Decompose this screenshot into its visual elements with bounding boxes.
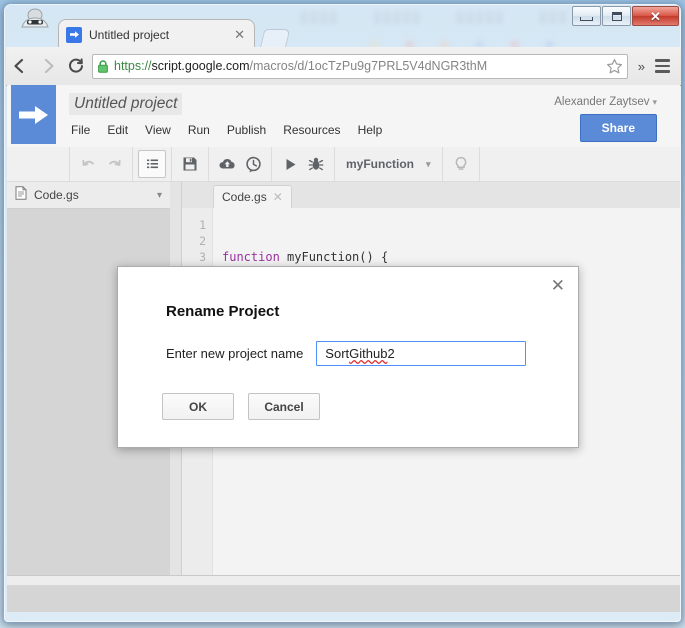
url-path: /macros/d/1ocTzPu9g7PRL5V4dNGR3thM <box>249 59 488 73</box>
toolbar-overflow-button[interactable]: » <box>632 59 651 74</box>
url-text: https://script.google.com/macros/d/1ocTz… <box>114 59 604 73</box>
modal-overlay: ✕ Rename Project Enter new project name … <box>7 85 680 612</box>
input-text-misspelled: Github <box>349 346 388 361</box>
url-scheme: https:// <box>114 59 152 73</box>
cancel-button[interactable]: Cancel <box>248 393 320 420</box>
input-text-suffix: 2 <box>387 346 395 361</box>
tab-strip: Untitled project ✕ <box>6 17 681 49</box>
browser-window: ✕ Untitled project ✕ https://script.goog… <box>4 4 681 622</box>
new-tab-button[interactable] <box>259 29 291 49</box>
dialog-field-row: Enter new project name Sort Github 2 <box>166 341 527 366</box>
close-icon[interactable]: ✕ <box>551 277 565 294</box>
page-viewport: Untitled project File Edit View Run Publ… <box>7 85 680 612</box>
forward-button[interactable] <box>34 52 62 80</box>
input-text-prefix: Sort <box>325 346 350 361</box>
reload-button[interactable] <box>62 52 90 80</box>
back-button[interactable] <box>6 52 34 80</box>
tab-close-icon[interactable]: ✕ <box>232 28 247 41</box>
lock-icon <box>97 59 109 73</box>
apps-script-arrow-icon <box>66 26 82 43</box>
url-host: script.google.com <box>151 59 250 73</box>
address-bar[interactable]: https://script.google.com/macros/d/1ocTz… <box>92 53 628 79</box>
dialog-title: Rename Project <box>166 303 280 320</box>
browser-tab[interactable]: Untitled project ✕ <box>58 19 255 49</box>
tab-title: Untitled project <box>89 27 170 42</box>
project-name-label: Enter new project name <box>166 346 304 361</box>
project-name-input[interactable]: Sort Github 2 <box>316 341 527 366</box>
rename-project-dialog: ✕ Rename Project Enter new project name … <box>117 266 579 448</box>
dialog-buttons: OK Cancel <box>162 393 320 420</box>
bookmark-star-icon[interactable] <box>606 58 623 75</box>
browser-toolbar: https://script.google.com/macros/d/1ocTz… <box>6 47 681 86</box>
ok-button[interactable]: OK <box>162 393 234 420</box>
hamburger-menu-icon[interactable] <box>651 59 681 73</box>
